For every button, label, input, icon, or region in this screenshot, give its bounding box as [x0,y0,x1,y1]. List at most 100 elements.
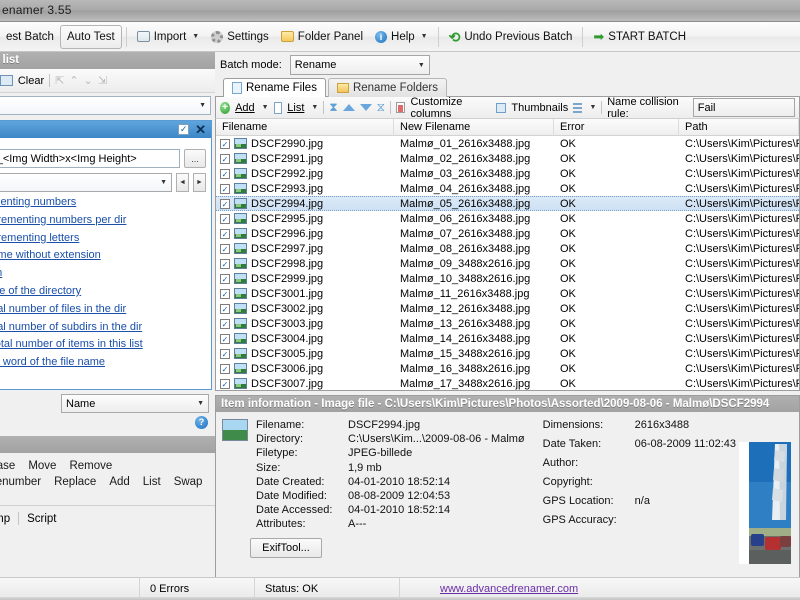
table-row[interactable]: ✓DSCF2995.jpgMalmø_06_2616x3488.jpgOKC:\… [216,211,799,226]
method-remove[interactable]: Remove [69,460,112,472]
move-down-icon[interactable]: ⌄ [84,74,93,87]
website-link[interactable]: www.advancedrenamer.com [440,583,578,595]
thumbnails-label[interactable]: Thumbnails [511,102,568,114]
table-row[interactable]: ✓DSCF2998.jpgMalmø_09_3488x2616.jpgOKC:\… [216,256,799,271]
table-row[interactable]: ✓DSCF2999.jpgMalmø_10_3488x2616.jpgOKC:\… [216,271,799,286]
apply-to-combo[interactable]: Name ▼ [61,394,209,413]
tag-link[interactable]: e name without extension [0,247,201,265]
row-checkbox[interactable]: ✓ [220,199,230,209]
add-files-label[interactable]: Add [235,102,255,114]
table-row[interactable]: ✓DSCF3006.jpgMalmø_16_3488x2616.jpgOKC:\… [216,361,799,376]
table-row[interactable]: ✓DSCF3003.jpgMalmø_13_2616x3488.jpgOKC:\… [216,316,799,331]
customize-columns-icon[interactable] [396,102,406,113]
column-header-filename[interactable]: Filename [216,119,394,135]
row-checkbox[interactable]: ✓ [220,319,230,329]
table-row[interactable]: ✓DSCF3004.jpgMalmø_14_2616x3488.jpgOKC:\… [216,331,799,346]
table-row[interactable]: ✓DSCF3001.jpgMalmø_11_2616x3488.jpgOKC:\… [216,286,799,301]
table-row[interactable]: ✓DSCF2994.jpgMalmø_05_2616x3488.jpgOKC:\… [216,196,799,211]
table-row[interactable]: ✓DSCF2993.jpgMalmø_04_2616x3488.jpgOKC:\… [216,181,799,196]
move-to-top-icon[interactable]: ⧗ [329,100,337,115]
tab-timestamp[interactable]: nestamp [0,513,10,525]
table-row[interactable]: ✓DSCF2996.jpgMalmø_07_2616x3488.jpgOKC:\… [216,226,799,241]
settings-button[interactable]: Settings [205,25,275,49]
row-checkbox[interactable]: ✓ [220,379,230,389]
column-header-error[interactable]: Error [554,119,679,135]
row-checkbox[interactable]: ✓ [220,244,230,254]
import-button[interactable]: Import ▼ [131,25,206,49]
browse-button[interactable]: ... [184,149,206,168]
list-label[interactable]: List [287,102,304,114]
table-row[interactable]: ✓DSCF3007.jpgMalmø_17_3488x2616.jpgOKC:\… [216,376,799,391]
tags-combo[interactable]: ▼ [0,96,211,115]
tab-rename-folders[interactable]: Rename Folders [328,78,447,97]
list-icon[interactable] [274,102,283,114]
method-new-case[interactable]: lew Case [0,460,15,472]
row-checkbox[interactable]: ✓ [220,334,230,344]
table-row[interactable]: ✓DSCF2991.jpgMalmø_02_2616x3488.jpgOKC:\… [216,151,799,166]
tag-link[interactable]: - Total number of subdirs in the dir [0,319,201,337]
row-checkbox[interactable]: ✓ [220,349,230,359]
row-checkbox[interactable]: ✓ [220,184,230,194]
move-down-icon[interactable] [360,104,372,111]
tag-link[interactable]: - Incrementing numbers per dir [0,212,201,230]
method-replace[interactable]: Replace [54,476,96,488]
table-row[interactable]: ✓DSCF3002.jpgMalmø_12_2616x3488.jpgOKC:\… [216,301,799,316]
chevron-down-icon[interactable]: ▼ [311,104,318,111]
new-name-input[interactable]: ir:1>_<Img Width>x<Img Height> [0,149,180,168]
folder-panel-button[interactable]: Folder Panel [275,25,369,49]
column-header-new-filename[interactable]: New Filename [394,119,554,135]
next-tag-button[interactable]: ► [193,173,206,192]
chevron-down-icon[interactable]: ▼ [262,104,269,111]
file-grid[interactable]: Filename New Filename Error Path ✓DSCF29… [215,119,800,391]
tag-link[interactable]: crementing numbers [0,194,201,212]
tag-link[interactable]: Name of the directory [0,283,201,301]
tag-link[interactable]: nsion [0,265,201,283]
method-swap[interactable]: Swap [174,476,203,488]
clear-icon[interactable] [0,75,13,86]
method-move[interactable]: Move [28,460,56,472]
row-checkbox[interactable]: ✓ [220,304,230,314]
table-row[interactable]: ✓DSCF2990.jpgMalmø_01_2616x3488.jpgOKC:\… [216,136,799,151]
method-help-icon[interactable]: ? [195,416,208,429]
method-renumber[interactable]: Renumber [0,476,41,488]
tab-rename-files[interactable]: Rename Files [223,78,326,97]
row-checkbox[interactable]: ✓ [220,364,230,374]
exiftool-button[interactable]: ExifTool... [250,538,322,558]
row-checkbox[interactable]: ✓ [220,154,230,164]
tag-link[interactable]: exed word of the file name [0,354,201,372]
add-files-icon[interactable]: + [220,102,230,114]
row-checkbox[interactable]: ✓ [220,169,230,179]
method-enabled-checkbox[interactable]: ✓ [178,124,189,135]
method-list[interactable]: List [143,476,161,488]
row-checkbox[interactable]: ✓ [220,259,230,269]
table-row[interactable]: ✓DSCF2997.jpgMalmø_08_2616x3488.jpgOKC:\… [216,241,799,256]
table-row[interactable]: ✓DSCF2992.jpgMalmø_03_2616x3488.jpgOKC:\… [216,166,799,181]
tag-link[interactable]: - - Total number of items in this list [0,336,201,354]
start-batch-button[interactable]: ➡ START BATCH [587,25,692,49]
close-icon[interactable]: ✕ [195,124,206,136]
help-button[interactable]: i Help ▼ [369,25,434,49]
move-up-icon[interactable]: ⌃ [69,74,78,87]
move-top-icon[interactable]: ⇱ [55,74,64,87]
undo-previous-batch-button[interactable]: ⟲ Undo Previous Batch [443,25,579,49]
move-to-bottom-icon[interactable]: ⧖ [377,100,385,115]
column-header-path[interactable]: Path [679,119,799,135]
clear-label[interactable]: Clear [18,75,44,87]
prev-tag-button[interactable]: ◄ [176,173,189,192]
chevron-down-icon[interactable]: ▼ [589,104,596,111]
test-batch-button[interactable]: est Batch [0,25,60,49]
customize-columns-label[interactable]: Customize columns [410,96,491,120]
tag-category-combo[interactable]: ▼ [0,173,172,192]
move-up-icon[interactable] [343,104,355,111]
row-checkbox[interactable]: ✓ [220,214,230,224]
thumbnails-icon[interactable] [496,103,506,113]
batch-mode-combo[interactable]: Rename ▼ [290,55,430,75]
row-checkbox[interactable]: ✓ [220,139,230,149]
view-mode-icon[interactable] [573,103,582,113]
row-checkbox[interactable]: ✓ [220,229,230,239]
auto-test-button[interactable]: Auto Test [60,25,122,49]
name-collision-rule-combo[interactable]: Fail [693,98,795,117]
tab-script[interactable]: Script [27,513,56,525]
table-row[interactable]: ✓DSCF3005.jpgMalmø_15_3488x2616.jpgOKC:\… [216,346,799,361]
tag-link[interactable]: - Incrementing letters [0,230,201,248]
